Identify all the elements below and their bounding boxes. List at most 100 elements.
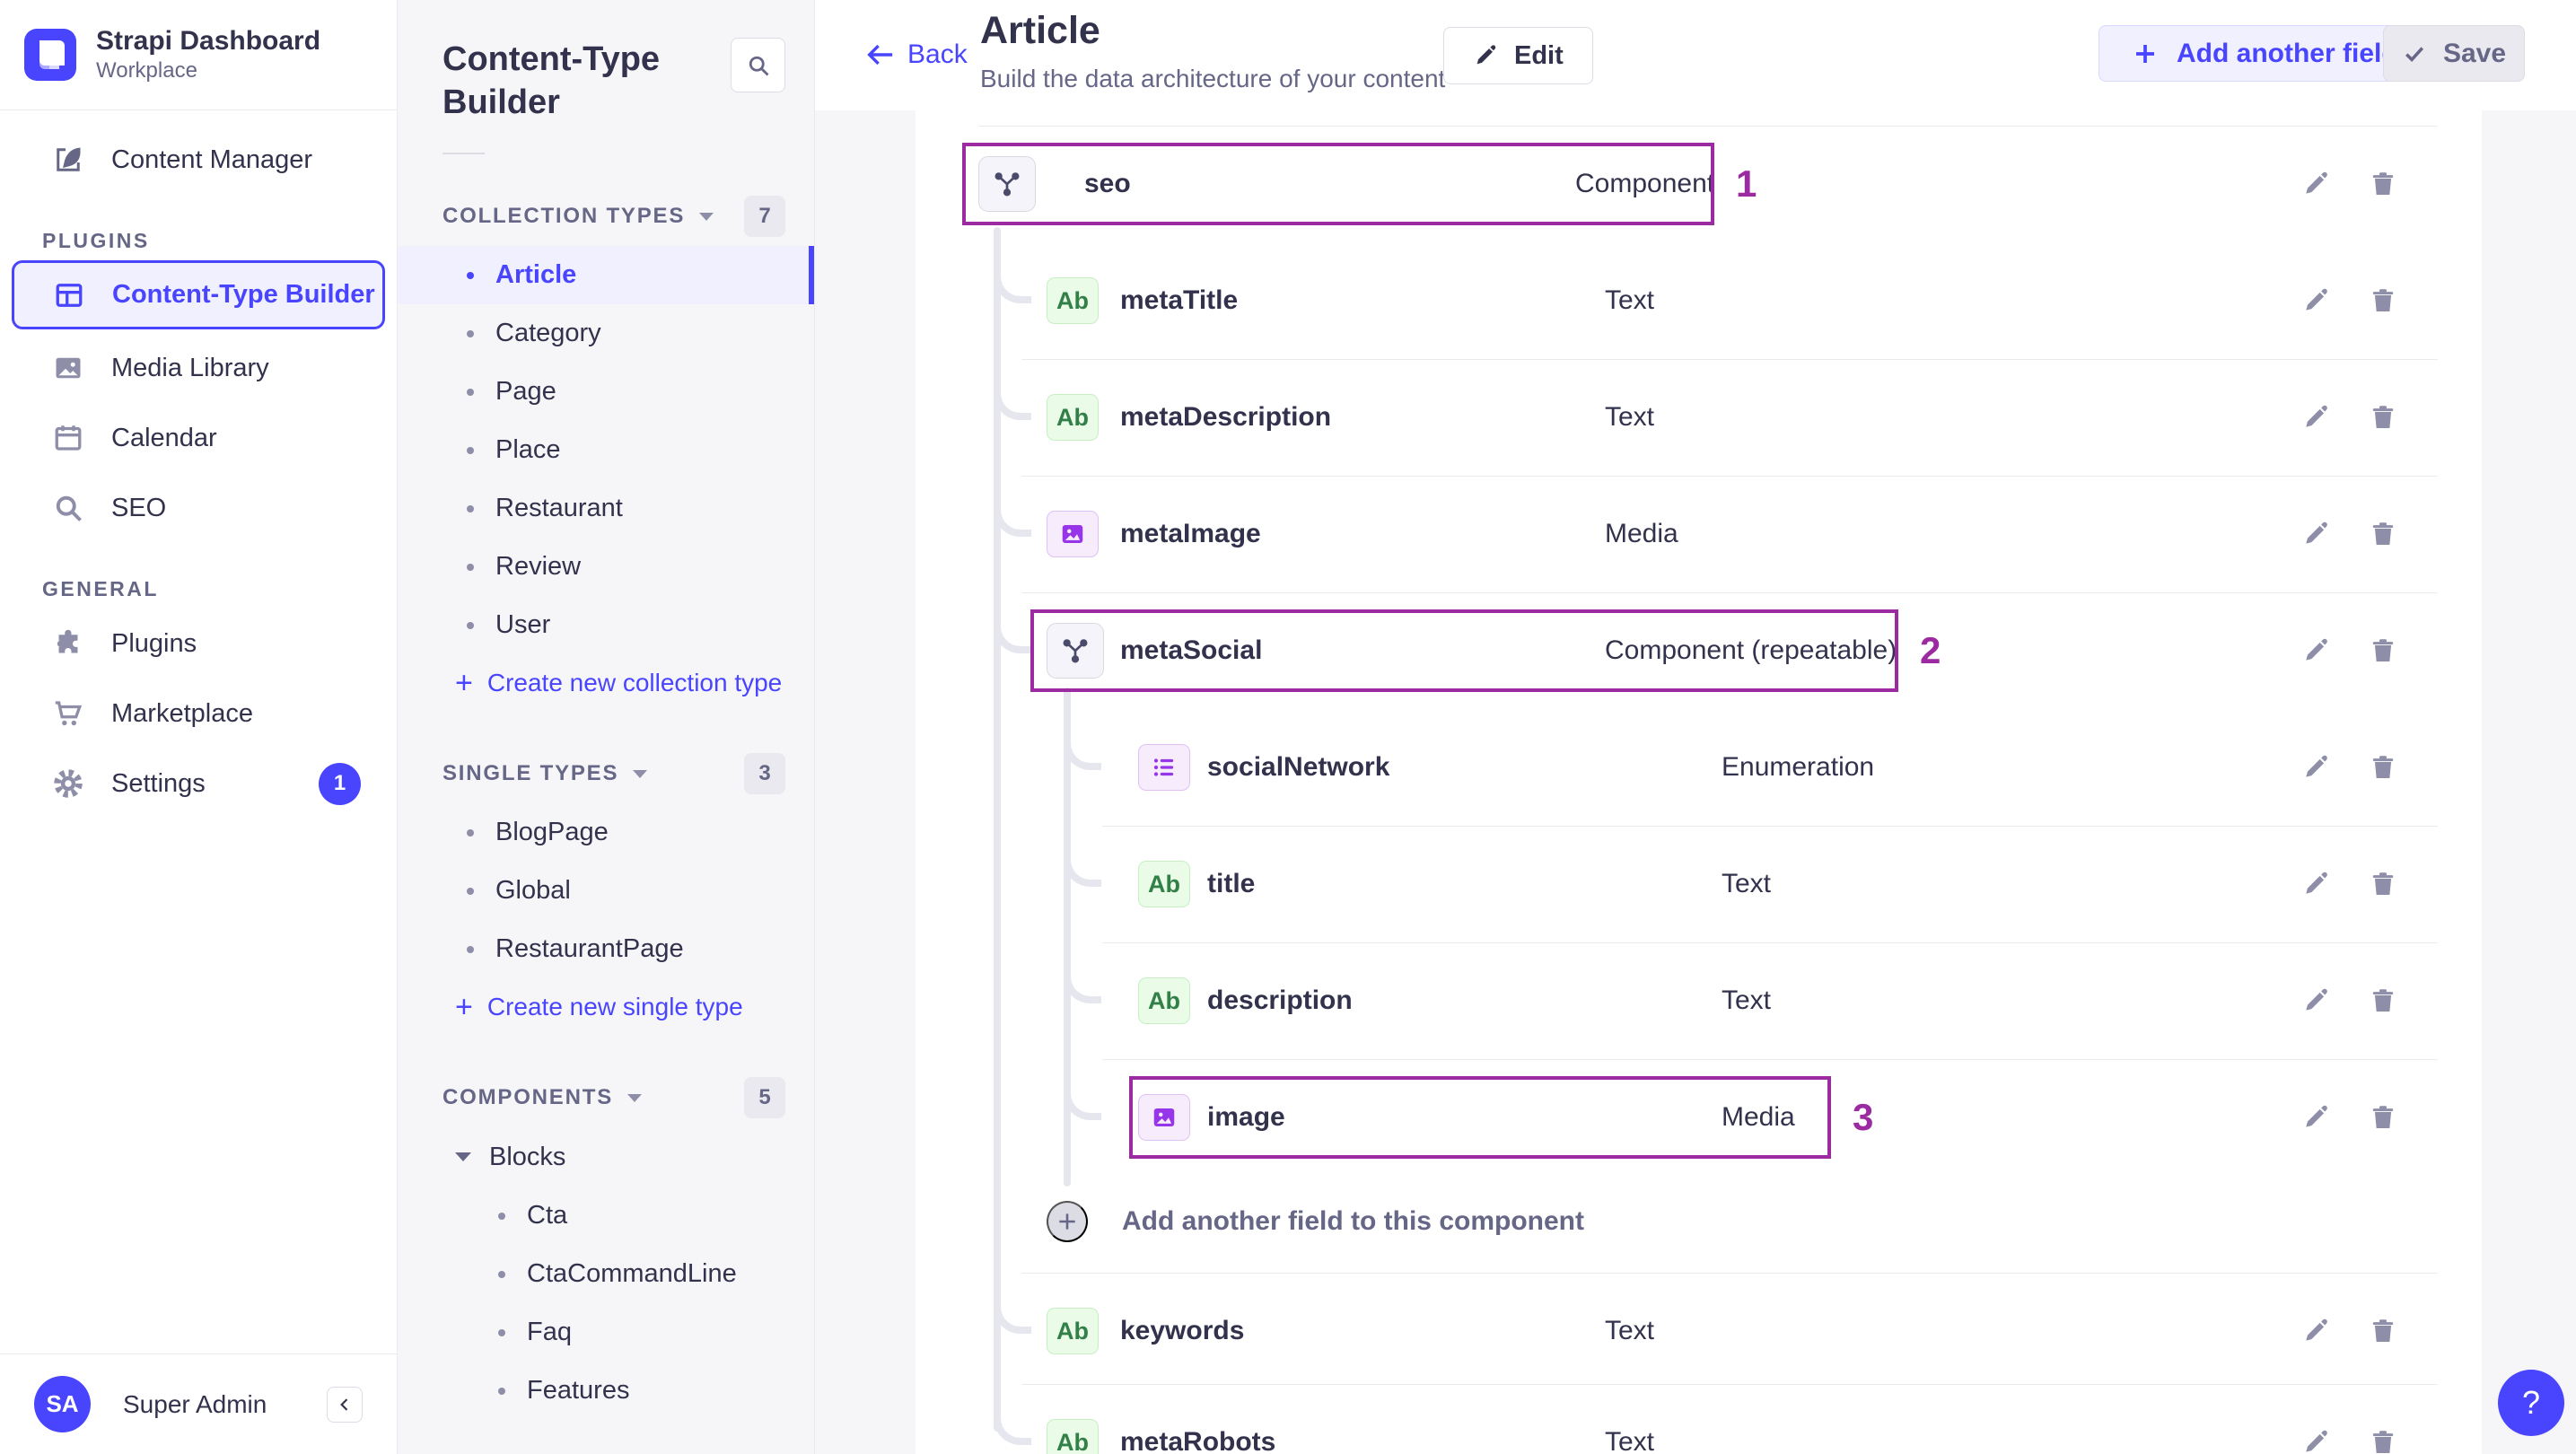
search-button[interactable] bbox=[731, 38, 785, 92]
edit-field-button[interactable] bbox=[2291, 976, 2341, 1026]
sidebar-item-features[interactable]: Features bbox=[398, 1362, 814, 1420]
save-button[interactable]: Save bbox=[2383, 25, 2525, 82]
sidebar-item-restaurantpage[interactable]: RestaurantPage bbox=[398, 920, 814, 978]
delete-field-button[interactable] bbox=[2358, 859, 2408, 909]
edit-field-button[interactable] bbox=[2291, 859, 2341, 909]
bullet-icon bbox=[467, 329, 474, 337]
field-type: Component (repeatable) bbox=[1605, 635, 1897, 665]
avatar[interactable]: SA bbox=[34, 1376, 91, 1432]
sidebar-item-content-type-builder[interactable]: Content-Type Builder bbox=[12, 260, 385, 329]
delete-field-button[interactable] bbox=[2358, 1092, 2408, 1143]
sidebar-item-settings[interactable]: Settings 1 bbox=[0, 749, 397, 819]
bullet-icon bbox=[498, 1212, 505, 1220]
add-field-to-component-button[interactable] bbox=[1047, 1201, 1088, 1242]
field-type: Text bbox=[1605, 1427, 1655, 1454]
delete-field-button[interactable] bbox=[2358, 509, 2408, 559]
list-item-label: Category bbox=[495, 319, 601, 347]
group-header-single-types[interactable]: SINGLE TYPES 3 bbox=[442, 753, 785, 794]
group-header-components[interactable]: COMPONENTS 5 bbox=[442, 1077, 785, 1118]
text-field-icon: Ab bbox=[1138, 861, 1190, 907]
sidebar-item-global[interactable]: Global bbox=[398, 862, 814, 920]
sidebar-item-seo[interactable]: SEO bbox=[0, 473, 397, 543]
edit-field-button[interactable] bbox=[2291, 1092, 2341, 1143]
create-link-collection-types[interactable]: + Create new collection type bbox=[398, 654, 814, 712]
sidebar-item-blogpage[interactable]: BlogPage bbox=[398, 803, 814, 862]
group-count-badge: 5 bbox=[744, 1077, 785, 1118]
nav-section-label: GENERAL bbox=[42, 577, 159, 600]
sidebar-item-cta[interactable]: Cta bbox=[398, 1187, 814, 1245]
delete-field-button[interactable] bbox=[2358, 626, 2408, 676]
field-row-metaSocial: metaSocial Component (repeatable) bbox=[916, 592, 2482, 709]
sidebar-item-article[interactable]: Article bbox=[398, 246, 814, 304]
content-manager-icon bbox=[52, 144, 84, 176]
plus-icon: + bbox=[455, 990, 473, 1024]
sidebar-item-review[interactable]: Review bbox=[398, 538, 814, 596]
sidebar-item-label: SEO bbox=[111, 493, 167, 522]
sidebar-item-label: Calendar bbox=[111, 423, 217, 452]
sidebar-item-user[interactable]: User bbox=[398, 596, 814, 654]
group-label: SINGLE TYPES bbox=[442, 761, 619, 785]
sidebar-item-marketplace[interactable]: Marketplace bbox=[0, 679, 397, 749]
sidebar-item-label: Plugins bbox=[111, 628, 197, 658]
delete-field-button[interactable] bbox=[2358, 392, 2408, 442]
sidebar-item-plugins[interactable]: Plugins bbox=[0, 609, 397, 679]
sidebar-item-category[interactable]: Category bbox=[398, 304, 814, 363]
bullet-icon bbox=[467, 563, 474, 571]
edit-button[interactable]: Edit bbox=[1443, 27, 1593, 84]
back-link[interactable]: Back bbox=[864, 39, 968, 70]
bullet-icon bbox=[467, 446, 474, 454]
delete-field-button[interactable] bbox=[2358, 976, 2408, 1026]
sidebar-item-ctacommandline[interactable]: CtaCommandLine bbox=[398, 1245, 814, 1303]
edit-field-button[interactable] bbox=[2291, 509, 2341, 559]
pencil-icon bbox=[1476, 45, 1496, 65]
field-row-title: Ab title Text bbox=[916, 826, 2482, 942]
sidebar-item-place[interactable]: Place bbox=[398, 421, 814, 479]
notification-badge: 1 bbox=[319, 762, 361, 805]
list-item-label: Place bbox=[495, 435, 561, 464]
edit-field-button[interactable] bbox=[2291, 626, 2341, 676]
chevron-left-icon bbox=[340, 1397, 348, 1411]
list-item-label: Page bbox=[495, 377, 556, 406]
sidebar-item-media-library[interactable]: Media Library bbox=[0, 333, 397, 403]
main-area: Back Article Build the data architecture… bbox=[815, 0, 2576, 1454]
add-field-to-component-row: Add another field to this component bbox=[916, 1163, 2482, 1280]
edit-field-button[interactable] bbox=[2291, 1417, 2341, 1454]
save-label: Save bbox=[2442, 38, 2507, 68]
delete-field-button[interactable] bbox=[2358, 1417, 2408, 1454]
check-icon bbox=[2405, 46, 2423, 62]
bullet-icon bbox=[467, 828, 474, 836]
component-category-blocks[interactable]: Blocks bbox=[398, 1127, 814, 1187]
group-count-badge: 7 bbox=[744, 196, 785, 237]
sidebar-item-calendar[interactable]: Calendar bbox=[0, 403, 397, 473]
list-item-label: Article bbox=[495, 260, 577, 289]
edit-field-button[interactable] bbox=[2291, 159, 2341, 209]
app-root: Strapi Dashboard Workplace Content Manag… bbox=[0, 0, 2576, 1454]
edit-field-button[interactable] bbox=[2291, 392, 2341, 442]
group-label: COLLECTION TYPES bbox=[442, 204, 686, 228]
delete-field-button[interactable] bbox=[2358, 276, 2408, 326]
ctb-sidebar-header: Content-Type Builder bbox=[398, 0, 814, 124]
add-another-field-button[interactable]: Add another field bbox=[2098, 25, 2431, 82]
edit-field-button[interactable] bbox=[2291, 276, 2341, 326]
sidebar-item-faq[interactable]: Faq bbox=[398, 1303, 814, 1362]
plus-icon bbox=[1059, 1213, 1075, 1230]
delete-field-button[interactable] bbox=[2358, 1306, 2408, 1356]
delete-field-button[interactable] bbox=[2358, 159, 2408, 209]
edit-field-button[interactable] bbox=[2291, 742, 2341, 793]
edit-field-button[interactable] bbox=[2291, 1306, 2341, 1356]
bullet-icon bbox=[498, 1328, 505, 1336]
bullet-icon bbox=[498, 1387, 505, 1395]
field-row-description: Ab description Text bbox=[916, 942, 2482, 1059]
delete-field-button[interactable] bbox=[2358, 742, 2408, 793]
sidebar-item-page[interactable]: Page bbox=[398, 363, 814, 421]
field-name: metaRobots bbox=[1120, 1427, 1276, 1454]
sidebar-item-restaurant[interactable]: Restaurant bbox=[398, 479, 814, 538]
sidebar-item-content-manager[interactable]: Content Manager bbox=[0, 125, 397, 195]
media-field-icon bbox=[1047, 511, 1099, 557]
help-button[interactable]: ? bbox=[2498, 1370, 2564, 1436]
group-header-collection-types[interactable]: COLLECTION TYPES 7 bbox=[442, 196, 785, 237]
create-link-single-types[interactable]: + Create new single type bbox=[398, 978, 814, 1036]
collapse-sidebar-button[interactable] bbox=[327, 1386, 363, 1423]
list-item-label: Faq bbox=[527, 1318, 572, 1346]
text-field-icon: Ab bbox=[1047, 394, 1099, 441]
